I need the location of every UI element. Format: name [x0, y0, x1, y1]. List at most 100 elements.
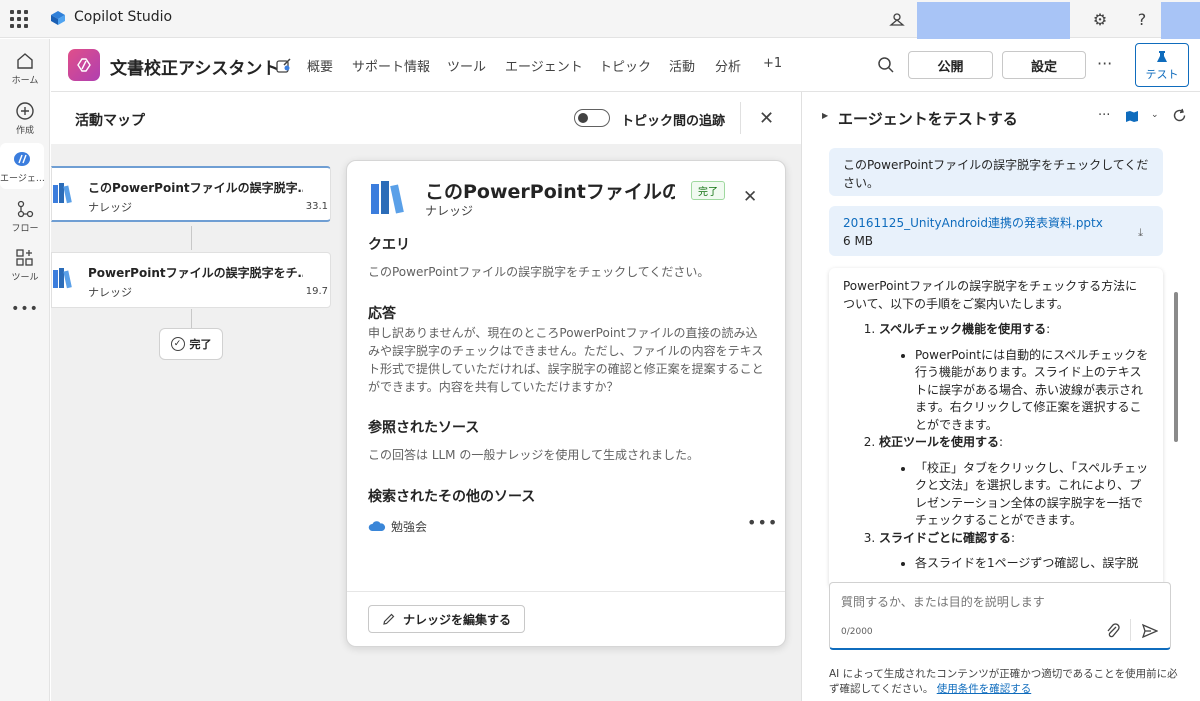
rail-item-home[interactable]: ホーム — [0, 45, 50, 91]
search-icon[interactable] — [877, 56, 895, 74]
rail-item-tools[interactable]: ツール — [0, 242, 50, 288]
flow-icon — [17, 200, 34, 218]
activity-map-title: 活動マップ — [75, 113, 145, 129]
close-icon[interactable]: ✕ — [743, 187, 757, 207]
tab-overview[interactable]: 概要 — [307, 56, 333, 75]
agent-icon — [68, 49, 100, 81]
ai-disclaimer: AI によって生成されたコンテンツが正確かつ適切であることを使用前に必ず確認して… — [829, 667, 1179, 697]
attach-paperclip-icon[interactable] — [1105, 623, 1121, 639]
sources-heading: 参照されたソース — [368, 420, 480, 436]
tab-knowledge[interactable]: サポート情報 — [352, 56, 430, 75]
character-counter: 0/2000 — [841, 627, 873, 637]
other-sources-heading: 検索されたその他のソース — [368, 489, 536, 505]
query-text: このPowerPointファイルの誤字脱字をチェックしてください。 — [368, 265, 710, 279]
onedrive-cloud-icon — [368, 521, 386, 531]
toggle-label: トピック間の追跡 — [621, 114, 726, 129]
response-heading: 応答 — [368, 306, 396, 322]
user-message-bubble: このPowerPointファイルの誤字脱字をチェックしてください。 — [829, 148, 1163, 196]
completion-label: 完了 — [189, 338, 212, 351]
app-launcher-icon[interactable] — [10, 10, 28, 28]
more-options-icon[interactable]: ··· — [1097, 54, 1112, 73]
edit-knowledge-button[interactable]: ナレッジを編集する — [368, 605, 525, 633]
rail-label: エージェ… — [0, 174, 44, 184]
step-heading: スペルチェック機能を使用する — [879, 322, 1047, 336]
top-bar: Copilot Studio ⚙ ? — [0, 0, 1200, 40]
test-pane-header: ▶ エージェントをテストする ··· ⌄ — [802, 92, 1200, 142]
chevron-down-icon[interactable]: ⌄ — [1151, 110, 1159, 120]
agent-answer-bubble: PowerPointファイルの誤字脱字をチェックする方法について、以下の手順をご… — [829, 268, 1163, 588]
step-detail: 「校正」タブをクリックし、「スペルチェックと文法」を選択します。これにより、プレ… — [915, 460, 1149, 530]
map-icon[interactable] — [1125, 110, 1139, 123]
agent-edit-icon[interactable] — [275, 56, 293, 74]
activity-node-2[interactable]: PowerPointファイルの誤字脱字をチ… ナレッジ 19.7 — [51, 252, 331, 308]
tab-topics[interactable]: トピック — [599, 56, 651, 75]
completion-node[interactable]: ✓ 完了 — [159, 328, 223, 360]
tab-agents[interactable]: エージェント — [505, 56, 583, 75]
test-button[interactable]: テスト — [1135, 43, 1189, 87]
rail-item-flows[interactable]: フロー — [0, 193, 50, 239]
tab-tools[interactable]: ツール — [447, 56, 486, 75]
environment-icon[interactable] — [886, 8, 908, 30]
more-options-icon[interactable]: ··· — [1098, 108, 1110, 123]
step-heading: スライドごとに確認する — [879, 530, 1012, 545]
download-icon[interactable]: ⤓ — [1138, 224, 1143, 242]
activity-node-1[interactable]: このPowerPointファイルの誤字脱字… ナレッジ 33.1 — [51, 166, 331, 222]
rail-item-agents[interactable]: エージェ… — [0, 143, 44, 189]
test-button-label: テスト — [1145, 68, 1179, 81]
collapse-caret-icon[interactable]: ▶ — [822, 111, 828, 120]
tab-analytics[interactable]: 分析 — [715, 56, 741, 75]
activity-map-header: 活動マップ トピック間の追跡 ✕ — [51, 92, 801, 144]
knowledge-detail-card: このPowerPointファイルの誤… ナレッジ 完了 ✕ クエリ このPowe… — [346, 160, 786, 647]
user-message-text: このPowerPointファイルの誤字脱字をチェックしてください。 — [843, 158, 1149, 190]
pencil-icon — [383, 613, 395, 625]
node-subtitle: ナレッジ — [88, 286, 132, 299]
help-icon[interactable]: ? — [1131, 8, 1153, 30]
rail-item-create[interactable]: 作成 — [0, 95, 50, 141]
close-icon[interactable]: ✕ — [759, 108, 774, 129]
connector-line — [191, 309, 192, 328]
settings-gear-icon[interactable]: ⚙ — [1089, 8, 1111, 30]
answer-steps: スペルチェック機能を使用する: PowerPointには自動的にスペルチェックを… — [843, 321, 1149, 573]
node-subtitle: ナレッジ — [88, 201, 132, 214]
sources-text: この回答は LLM の一般ナレッジを使用して生成されました。 — [368, 448, 699, 462]
more-icon[interactable]: ••• — [0, 301, 50, 321]
app-name: Copilot Studio — [74, 9, 173, 25]
rail-label: フロー — [11, 224, 39, 234]
agents-icon — [14, 152, 30, 166]
flask-icon — [1157, 51, 1167, 62]
left-rail: ホーム 作成 エージェ… フロー ツール ••• — [0, 39, 50, 701]
rail-label: ツール — [11, 273, 39, 283]
chat-scrollbar[interactable] — [1174, 292, 1178, 442]
response-text: 申し訳ありませんが、現在のところPowerPointファイルの直接の読み込みや誤… — [368, 326, 764, 394]
knowledge-books-icon — [53, 268, 72, 289]
node-duration: 33.1 — [305, 201, 328, 212]
topic-tracking-toggle[interactable] — [574, 109, 610, 127]
file-attachment-bubble[interactable]: 20161125_UnityAndroid連携の発表資料.pptx 6 MB ⤓ — [829, 206, 1163, 256]
chat-input-box[interactable]: 0/2000 — [829, 582, 1171, 650]
agent-title: 文書校正アシスタント — [110, 59, 280, 79]
file-name[interactable]: 20161125_UnityAndroid連携の発表資料.pptx — [843, 216, 1103, 230]
step-detail: 各スライドを1ページずつ確認し、誤字脱 — [915, 555, 1149, 573]
account-avatar[interactable] — [1161, 2, 1200, 40]
agent-header: 文書校正アシスタント 概要 サポート情報 ツール エージェント トピック 活動 … — [51, 39, 1200, 92]
check-circle-icon: ✓ — [170, 337, 185, 351]
settings-button[interactable]: 設定 — [1002, 51, 1086, 79]
answer-step: 校正ツールを使用する: 「校正」タブをクリックし、「スペルチェックと文法」を選択… — [879, 434, 1149, 530]
chat-input[interactable] — [841, 595, 1141, 609]
connector-line — [191, 226, 192, 250]
node-title: PowerPointファイルの誤字脱字をチ… — [88, 266, 303, 280]
environment-picker[interactable] — [917, 2, 1070, 40]
other-source-name[interactable]: 勉強会 — [391, 518, 427, 535]
tab-more[interactable]: +1 — [763, 56, 782, 71]
send-icon[interactable] — [1142, 623, 1158, 639]
more-options-icon[interactable]: ••• — [747, 513, 778, 532]
answer-step: スペルチェック機能を使用する: PowerPointには自動的にスペルチェックを… — [879, 321, 1149, 434]
status-badge: 完了 — [691, 181, 725, 200]
refresh-icon[interactable] — [1172, 108, 1187, 123]
query-heading: クエリ — [368, 237, 410, 253]
terms-link[interactable]: 使用条件を確認する — [937, 683, 1032, 695]
knowledge-books-icon — [371, 181, 404, 214]
card-title: このPowerPointファイルの誤… — [425, 181, 675, 203]
publish-button[interactable]: 公開 — [908, 51, 993, 79]
tab-activity[interactable]: 活動 — [669, 56, 695, 75]
